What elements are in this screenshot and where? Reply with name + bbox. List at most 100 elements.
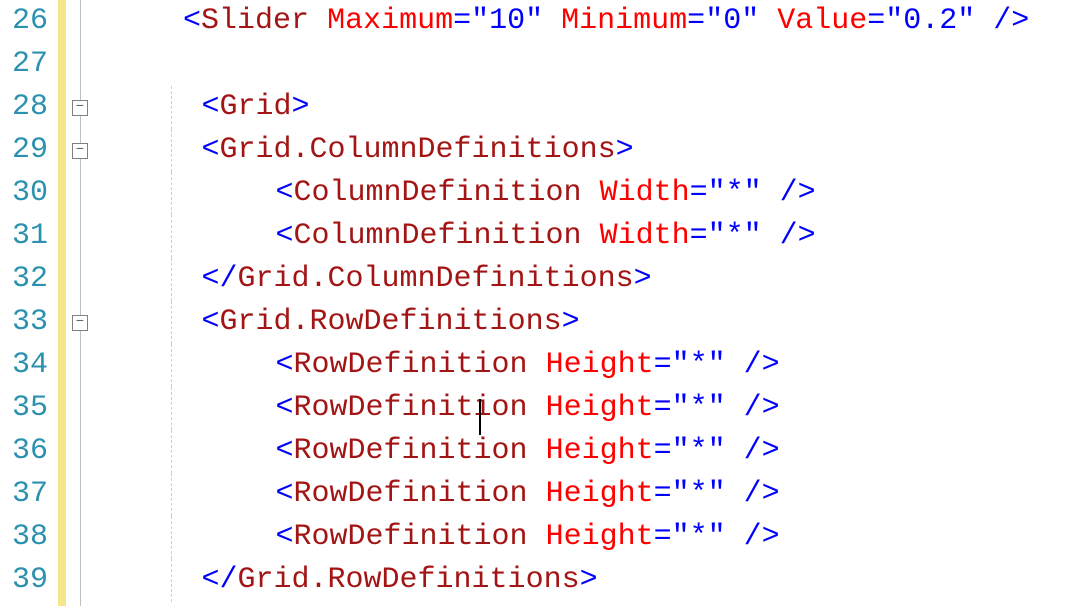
code-line[interactable]: <Grid.ColumnDefinitions> [96, 129, 1074, 172]
token-tag: RowDefinition [294, 391, 528, 425]
token-attr: Height [546, 477, 654, 511]
fold-toggle[interactable]: − [72, 100, 88, 116]
line-number: 35 [0, 387, 48, 430]
indent-guide [171, 430, 172, 473]
code-line[interactable]: <Grid> [96, 86, 1074, 129]
fold-toggle[interactable]: − [72, 143, 88, 159]
token-bracket: > [616, 133, 634, 167]
token-bracket: < [202, 305, 220, 339]
token-tag: RowDefinition [294, 434, 528, 468]
token-text [582, 176, 600, 210]
token-punct: = [654, 434, 672, 468]
line-number: 36 [0, 430, 48, 473]
indent-guide [171, 559, 172, 602]
code-line[interactable]: </Grid.ColumnDefinitions> [96, 258, 1074, 301]
indent-guide [171, 258, 172, 301]
code-line[interactable]: </Grid.RowDefinitions> [96, 559, 1074, 602]
token-text [528, 391, 546, 425]
code-line[interactable]: <ColumnDefinition Width="*" /> [96, 172, 1074, 215]
token-value: "*" [708, 176, 762, 210]
line-number: 37 [0, 473, 48, 516]
token-tag: Slider [201, 4, 309, 38]
line-number: 39 [0, 559, 48, 602]
token-bracket: < [276, 176, 294, 210]
token-bracket: < [276, 520, 294, 554]
token-value: "*" [672, 434, 726, 468]
token-value: "0" [705, 4, 759, 38]
token-attr: Maximum [327, 4, 453, 38]
token-value: "*" [672, 348, 726, 382]
token-value: "0.2" [885, 4, 975, 38]
line-number: 26 [0, 0, 48, 43]
token-bracket: < [276, 391, 294, 425]
token-bracket: /> [726, 348, 780, 382]
token-tag: Grid.ColumnDefinitions [238, 262, 634, 296]
code-editor[interactable]: 2627282930313233343536373839 −−− <Slider… [0, 0, 1074, 606]
code-line[interactable]: <Slider Maximum="10" Minimum="0" Value="… [96, 0, 1074, 43]
indent-guide [171, 344, 172, 387]
token-attr: Height [546, 434, 654, 468]
code-line[interactable]: <RowDefinition Height="*" /> [96, 516, 1074, 559]
line-number: 30 [0, 172, 48, 215]
token-bracket: < [276, 348, 294, 382]
code-line[interactable]: <Grid.RowDefinitions> [96, 301, 1074, 344]
token-bracket: /> [762, 219, 816, 253]
indent-guide [171, 516, 172, 559]
token-tag: Grid.ColumnDefinitions [220, 133, 616, 167]
code-line[interactable]: <RowDefinition Height="*" /> [96, 344, 1074, 387]
fold-gutter: − − − [66, 0, 96, 606]
token-bracket: > [562, 305, 580, 339]
token-punct: = [654, 520, 672, 554]
token-bracket: < [276, 434, 294, 468]
token-value: "*" [672, 520, 726, 554]
token-punct: = [654, 348, 672, 382]
token-bracket: /> [726, 434, 780, 468]
token-text [528, 520, 546, 554]
token-attr: Height [546, 391, 654, 425]
indent-guide [171, 86, 172, 129]
token-punct: = [690, 219, 708, 253]
token-tag: Grid.RowDefinitions [220, 305, 562, 339]
code-line[interactable] [96, 43, 1074, 86]
token-attr: Width [600, 176, 690, 210]
token-attr: Value [777, 4, 867, 38]
token-tag: ColumnDefinition [294, 219, 582, 253]
token-tag: Grid.RowDefinitions [238, 563, 580, 597]
indent-guide [171, 215, 172, 258]
token-bracket: > [292, 90, 310, 124]
token-bracket: /> [726, 391, 780, 425]
code-line[interactable]: <ColumnDefinition Width="*" /> [96, 215, 1074, 258]
token-text [528, 348, 546, 382]
code-line[interactable]: <RowDefinition Height="*" /> [96, 430, 1074, 473]
token-attr: Height [546, 520, 654, 554]
token-text [582, 219, 600, 253]
indent-guide [171, 301, 172, 344]
line-number: 32 [0, 258, 48, 301]
line-number: 33 [0, 301, 48, 344]
token-value: "10" [471, 4, 543, 38]
token-text [309, 4, 327, 38]
indent-guide [171, 473, 172, 516]
line-number-gutter: 2627282930313233343536373839 [0, 0, 58, 606]
line-number: 29 [0, 129, 48, 172]
token-text [528, 434, 546, 468]
token-punct: = [654, 391, 672, 425]
token-bracket: /> [726, 477, 780, 511]
line-number: 27 [0, 43, 48, 86]
code-line[interactable]: <RowDefinition Height="*" /> [96, 473, 1074, 516]
token-tag: Grid [220, 90, 292, 124]
token-tag: RowDefinition [294, 348, 528, 382]
fold-guide-line [80, 0, 81, 606]
code-area[interactable]: <Slider Maximum="10" Minimum="0" Value="… [96, 0, 1074, 606]
token-bracket: < [202, 90, 220, 124]
change-indicator-bar [58, 0, 66, 606]
token-bracket: /> [726, 520, 780, 554]
token-bracket: < [276, 219, 294, 253]
token-bracket: < [276, 477, 294, 511]
token-bracket: < [183, 4, 201, 38]
token-punct: = [687, 4, 705, 38]
token-bracket: > [580, 563, 598, 597]
fold-toggle[interactable]: − [72, 315, 88, 331]
code-line[interactable]: <RowDefinition Height="*" /> [96, 387, 1074, 430]
token-text [759, 4, 777, 38]
